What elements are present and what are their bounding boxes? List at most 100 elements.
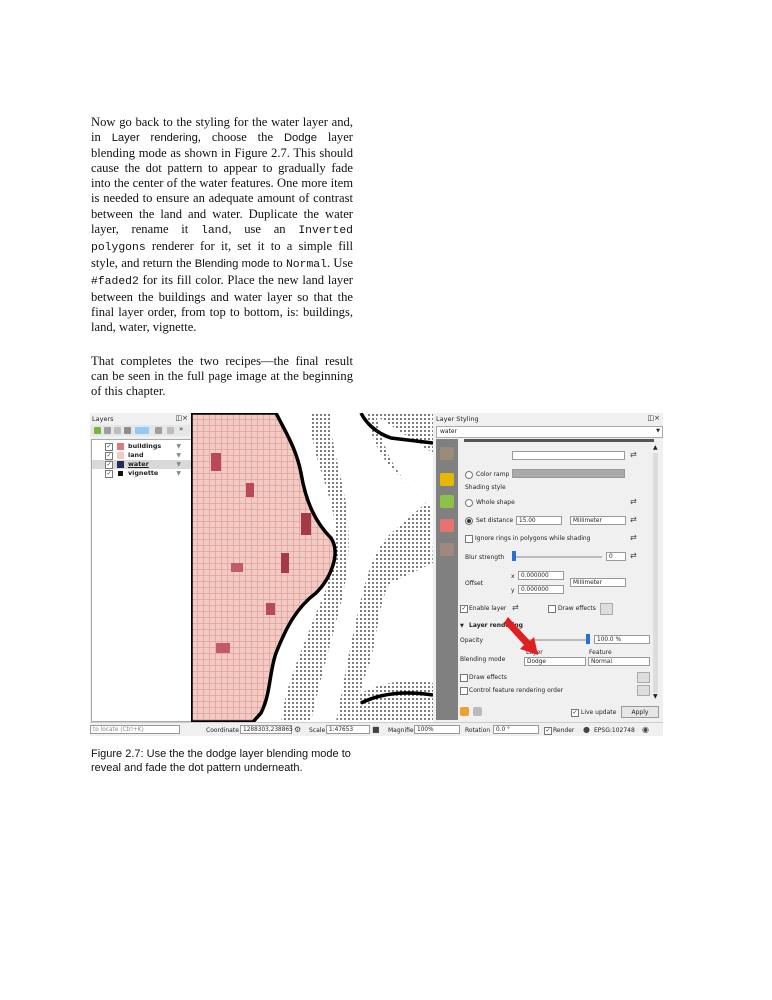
data-defined-override-icon[interactable]: ⇄ [630, 533, 637, 542]
render-label: Render [553, 727, 575, 734]
offset-y-spinbox[interactable]: 0.000000 [518, 585, 564, 594]
scale-select[interactable]: 1:47653 [326, 725, 370, 734]
layer-swatch [117, 452, 124, 459]
data-defined-override-icon[interactable]: ⇄ [512, 603, 519, 612]
filter-icon[interactable] [124, 427, 131, 434]
paragraph-2: That completes the two recipes—the final… [91, 354, 353, 399]
globe-icon[interactable]: ● [583, 725, 590, 734]
magnifier-label: Magnifier [388, 727, 417, 734]
offset-x-spinbox[interactable]: 0.000000 [518, 571, 564, 580]
map-canvas[interactable] [191, 413, 433, 722]
set-distance-radio[interactable] [465, 517, 473, 525]
diagram-icon[interactable] [440, 519, 454, 532]
paragraph-1-text: Now go back to the styling for the water… [91, 115, 353, 335]
distance-unit-select[interactable]: Millimeter [570, 516, 626, 525]
blending-mode-label: Blending mode [460, 656, 506, 663]
mouse-icon[interactable]: ⚙ [294, 725, 301, 734]
panel-float-close-icon[interactable]: ◫× [176, 414, 188, 422]
layer-item-water[interactable]: ✓ water ▼ [92, 460, 191, 469]
draw-effects-checkbox[interactable] [548, 605, 556, 613]
data-defined-override-icon[interactable]: ⇄ [630, 497, 637, 506]
text-run: Normal [285, 258, 327, 271]
distance-value: 15.00 [519, 518, 536, 524]
distance-spinbox[interactable]: 15.00 [516, 516, 562, 525]
blur-spinbox[interactable]: 0 [606, 552, 626, 561]
symbol-preview [464, 439, 654, 442]
feature-blend-select[interactable]: Normal [588, 657, 650, 666]
enable-layer-label: Enable layer [469, 605, 507, 612]
layer-blend-select[interactable]: Dodge [524, 657, 586, 666]
coordinate-field[interactable]: 1288303,238865 [240, 725, 293, 734]
filter-legend-icon[interactable] [135, 427, 149, 434]
blur-slider-handle[interactable] [512, 551, 516, 561]
scrollbar[interactable] [653, 453, 658, 693]
style-manager-icon[interactable] [94, 427, 101, 434]
offset-x-label: x [511, 573, 515, 580]
add-group-icon[interactable] [104, 427, 111, 434]
panel-float-close-icon[interactable]: ◫× [648, 414, 660, 422]
layer-selector[interactable]: water ▼ [436, 426, 663, 438]
symbology-icon[interactable] [440, 447, 454, 460]
ignore-rings-checkbox[interactable] [465, 535, 473, 543]
apply-button[interactable]: Apply [621, 706, 659, 718]
layers-toolbar: » [91, 425, 190, 436]
crs-label[interactable]: EPSG:102748 [594, 727, 635, 734]
chevron-down-icon: ▼ [656, 428, 660, 434]
whole-shape-radio[interactable] [465, 499, 473, 507]
layer-item-land[interactable]: ✓ land ▼ [92, 451, 191, 460]
layer-checkbox[interactable]: ✓ [105, 443, 113, 451]
layer-checkbox[interactable]: ✓ [105, 461, 113, 469]
control-order-checkbox[interactable] [460, 687, 468, 695]
text-run: land [201, 224, 229, 237]
blur-slider[interactable] [512, 556, 602, 558]
paragraph-2-text: That completes the two recipes—the final… [91, 354, 353, 399]
layer-swatch [117, 461, 124, 468]
collapse-arrow-icon[interactable]: ▼ [460, 623, 464, 629]
more-icon[interactable]: » [179, 425, 183, 433]
rotation-spinbox[interactable]: 0.0 ° [493, 725, 539, 734]
layer-checkbox[interactable]: ✓ [105, 470, 113, 478]
offset-x-value: 0.000000 [521, 573, 549, 579]
color-selector[interactable] [512, 451, 625, 460]
locator-search-input[interactable]: to locate (Ctrl+K) [90, 725, 180, 734]
undo-icon[interactable] [460, 707, 469, 716]
visibility-icon[interactable] [114, 427, 121, 434]
scroll-up-icon[interactable]: ▲ [653, 444, 658, 451]
draw-effects-label-2: Draw effects [469, 674, 507, 681]
collapse-icon[interactable] [167, 427, 174, 434]
effects-settings-icon[interactable] [600, 603, 613, 615]
labels-icon[interactable] [440, 473, 454, 486]
3d-view-icon[interactable] [440, 495, 454, 508]
draw-effects-checkbox-2[interactable] [460, 674, 468, 682]
color-ramp-radio[interactable] [465, 471, 473, 479]
redo-icon[interactable] [473, 707, 482, 716]
live-update-checkbox[interactable]: ✓ [571, 709, 579, 717]
data-defined-override-icon[interactable]: ⇄ [630, 450, 637, 459]
lock-icon[interactable]: ■ [372, 725, 380, 734]
layer-item-vignette[interactable]: ✓ vignette ▼ [92, 469, 191, 478]
layer-checkbox[interactable]: ✓ [105, 452, 113, 460]
layer-item-buildings[interactable]: ✓ buildings ▼ [92, 442, 191, 451]
text-run: Dodge [283, 132, 317, 145]
feature-blend-value: Normal [591, 659, 612, 665]
messages-icon[interactable]: ◉ [642, 725, 649, 734]
opacity-slider-handle[interactable] [586, 634, 590, 644]
opacity-spinbox[interactable]: 100.0 % [594, 635, 650, 644]
expand-icon[interactable] [155, 427, 162, 434]
color-ramp-selector[interactable] [512, 469, 625, 478]
magnifier-spinbox[interactable]: 100% [414, 725, 460, 734]
opacity-value: 100.0 % [597, 637, 621, 643]
feature-column-label: Feature [589, 649, 612, 656]
data-defined-override-icon[interactable]: ⇄ [630, 515, 637, 524]
offset-unit-select[interactable]: Millimeter [570, 578, 626, 587]
live-update-label: Live update [581, 709, 617, 716]
text-run: layer blending mode as shown in Figure 2… [91, 130, 353, 236]
map-rendering [191, 413, 433, 722]
order-settings-icon[interactable] [637, 685, 650, 696]
scroll-down-icon[interactable]: ▼ [653, 693, 658, 700]
render-checkbox[interactable]: ✓ [544, 727, 552, 735]
data-defined-override-icon[interactable]: ⇄ [630, 551, 637, 560]
history-icon[interactable] [440, 543, 454, 556]
enable-layer-checkbox[interactable]: ✓ [460, 605, 468, 613]
effects-settings-icon[interactable] [637, 672, 650, 683]
